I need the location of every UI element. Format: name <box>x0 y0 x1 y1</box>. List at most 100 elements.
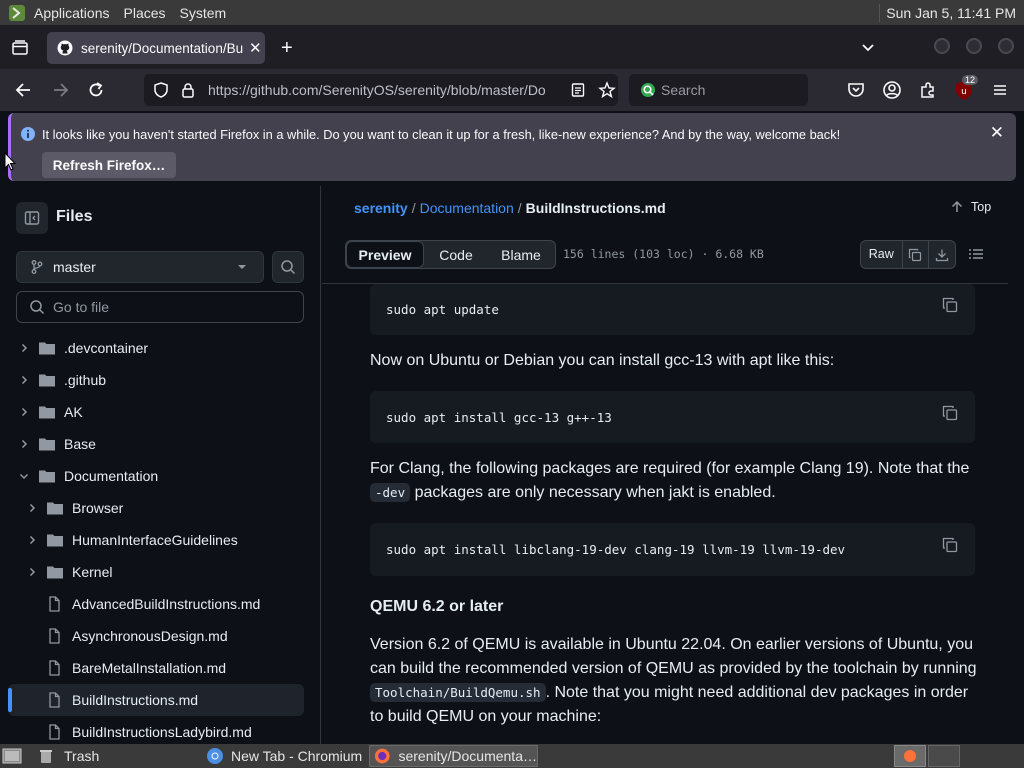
workspace-2[interactable] <box>928 745 960 767</box>
branch-selector[interactable]: master <box>16 251 264 283</box>
search-bar[interactable]: Search <box>629 74 808 106</box>
back-button[interactable] <box>14 80 34 100</box>
tab-preview-label: Preview <box>358 246 412 263</box>
tree-file-item[interactable]: BuildInstructions.md <box>8 684 304 716</box>
copy-code-button[interactable] <box>942 537 958 553</box>
go-to-file-placeholder: Go to file <box>53 299 110 315</box>
selected-indicator <box>8 688 12 712</box>
tab-github[interactable]: serenity/Documentation/Bu ✕ <box>47 32 265 64</box>
go-to-file-input[interactable]: Go to file <box>16 291 304 323</box>
applications-menu[interactable]: Applications <box>30 0 114 25</box>
chevron-right-icon[interactable] <box>26 502 38 514</box>
list-all-tabs-button[interactable] <box>860 40 876 56</box>
places-menu[interactable]: Places <box>120 0 170 25</box>
minimize-button[interactable] <box>934 38 950 54</box>
search-placeholder[interactable]: Search <box>661 82 705 98</box>
tree-file-item[interactable]: BareMetalInstallation.md <box>0 652 320 684</box>
info-icon <box>21 127 35 141</box>
url-bar[interactable]: https://github.com/SerenityOS/serenity/b… <box>144 74 618 106</box>
tree-folder-item[interactable]: Kernel <box>0 556 320 588</box>
show-desktop-button[interactable] <box>2 745 22 767</box>
maximize-button[interactable] <box>966 38 982 54</box>
notification-close-icon[interactable]: ✕ <box>990 123 1004 143</box>
tree-item-label: AK <box>64 404 83 420</box>
forward-button[interactable] <box>50 80 70 100</box>
tree-folder-item[interactable]: Base <box>0 428 320 460</box>
paragraph-text: packages are only necessary when jakt is… <box>414 484 776 501</box>
tree-folder-item[interactable]: .devcontainer <box>0 332 320 364</box>
copy-code-button[interactable] <box>942 297 958 313</box>
folder-icon <box>47 534 63 547</box>
close-window-button[interactable] <box>998 38 1014 54</box>
folder-icon <box>39 342 55 355</box>
reload-button[interactable] <box>86 80 106 100</box>
clock[interactable]: Sun Jan 5, 11:41 PM <box>886 5 1016 21</box>
breadcrumb-dir-link[interactable]: Documentation <box>420 200 514 216</box>
refresh-firefox-button[interactable]: Refresh Firefox… <box>42 152 176 178</box>
tree-folder-item[interactable]: HumanInterfaceGuidelines <box>0 524 320 556</box>
download-button[interactable] <box>929 241 955 268</box>
app-menu-button[interactable] <box>990 80 1010 100</box>
taskbar-item-trash[interactable]: Trash <box>38 745 198 767</box>
extensions-button[interactable] <box>918 80 938 100</box>
chevron-right-icon[interactable] <box>18 406 30 418</box>
chevron-right-icon[interactable] <box>18 438 30 450</box>
copy-code-button[interactable] <box>942 405 958 421</box>
tab-overview-icon <box>12 40 28 55</box>
chevron-right-icon[interactable] <box>18 342 30 354</box>
trash-icon <box>40 750 52 763</box>
collapse-sidebar-button[interactable] <box>16 202 48 234</box>
system-menu[interactable]: System <box>176 0 231 25</box>
reader-view-icon[interactable] <box>570 82 586 98</box>
tab-blame-label: Blame <box>501 246 541 263</box>
tree-folder-item[interactable]: AK <box>0 396 320 428</box>
copy-raw-button[interactable] <box>903 241 930 268</box>
folder-open-icon <box>39 470 55 483</box>
workspace-switcher[interactable] <box>894 745 926 767</box>
tree-file-item[interactable]: AsynchronousDesign.md <box>0 620 320 652</box>
app-menu-icon[interactable] <box>0 0 30 25</box>
copy-icon <box>942 537 958 553</box>
chevron-right-icon[interactable] <box>18 374 30 386</box>
pocket-button[interactable] <box>846 80 866 100</box>
file-icon <box>49 660 60 676</box>
search-engine-icon <box>641 83 655 97</box>
breadcrumb: serenity / Documentation / BuildInstruct… <box>354 200 666 216</box>
shield-icon[interactable] <box>152 81 170 99</box>
tree-folder-item[interactable]: Documentation <box>0 460 320 492</box>
taskbar-item-firefox[interactable]: serenity/Documenta… <box>369 745 538 767</box>
forward-arrow-icon <box>54 83 69 97</box>
tab-preview[interactable]: Preview <box>346 241 424 268</box>
file-meta: 156 lines (103 loc) · 6.68 KB <box>563 247 764 261</box>
url-text[interactable]: https://github.com/SerenityOS/serenity/b… <box>208 82 562 98</box>
tab-blame[interactable]: Blame <box>490 241 552 268</box>
firefox-workspace-icon <box>904 750 916 762</box>
lock-icon[interactable] <box>180 82 196 98</box>
search-files-button[interactable] <box>272 251 304 283</box>
chevron-right-icon[interactable] <box>26 566 38 578</box>
code-text: sudo apt install gcc-13 g++-13 <box>386 409 612 425</box>
account-button[interactable] <box>882 80 902 100</box>
chevron-right-icon[interactable] <box>26 534 38 546</box>
tab-close-icon[interactable]: ✕ <box>249 39 262 57</box>
chevron-down-icon[interactable] <box>18 470 30 482</box>
new-tab-button[interactable]: + <box>281 38 293 58</box>
tab-code-label: Code <box>439 246 473 263</box>
list-unordered-icon <box>969 249 983 259</box>
tab-overview-button[interactable] <box>10 38 30 58</box>
top-button[interactable]: Top <box>950 200 991 214</box>
ublock-button[interactable]: u 12 <box>954 75 979 101</box>
tab-code[interactable]: Code <box>428 241 484 268</box>
raw-button[interactable]: Raw <box>861 241 903 268</box>
clock-area[interactable]: Sun Jan 5, 11:41 PM <box>873 0 1024 25</box>
bookmark-star-icon[interactable] <box>598 81 616 99</box>
outline-button[interactable] <box>968 246 984 262</box>
tree-folder-item[interactable]: .github <box>0 364 320 396</box>
tree-item-label: Browser <box>72 500 124 516</box>
taskbar-item-chromium[interactable]: New Tab - Chromium <box>206 745 366 767</box>
tree-file-item[interactable]: AdvancedBuildInstructions.md <box>0 588 320 620</box>
breadcrumb-repo-link[interactable]: serenity <box>354 200 408 216</box>
tree-folder-item[interactable]: Browser <box>0 492 320 524</box>
arrow-up-icon <box>951 200 963 212</box>
taskbar-item-label: serenity/Documenta… <box>398 748 537 764</box>
